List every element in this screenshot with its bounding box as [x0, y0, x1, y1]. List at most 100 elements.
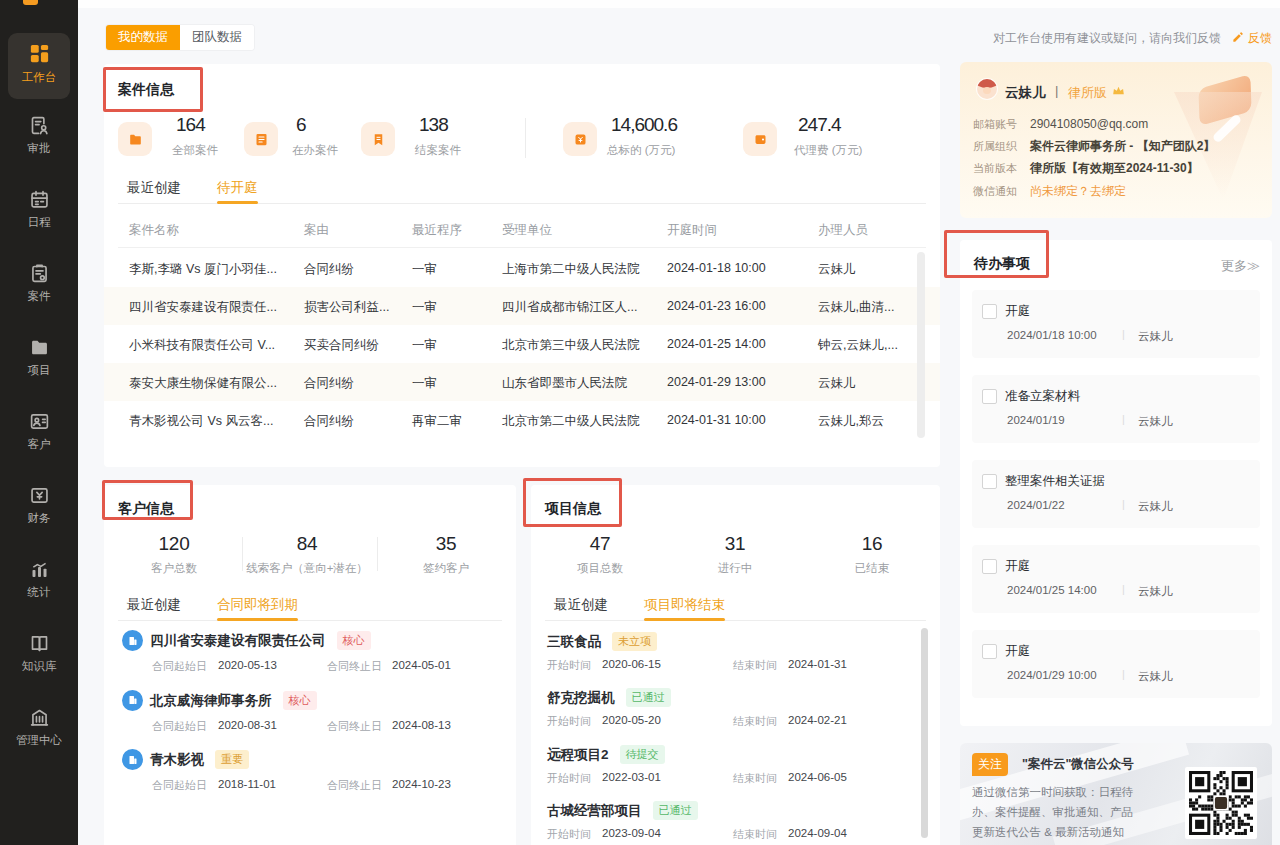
stat-value: 47	[530, 533, 670, 555]
project-tab-2[interactable]: 项目即将结束	[644, 596, 725, 620]
todo-item-title: 开庭	[1005, 303, 1030, 320]
profile-row-value: 案件云律师事务所 - 【知产团队2】	[1030, 139, 1215, 154]
project-tab-1[interactable]: 最近创建	[554, 596, 608, 620]
start-date-value: 2018-11-01	[218, 778, 276, 790]
sidebar-item-9[interactable]: 知识库	[0, 633, 78, 674]
table-cell: 一审	[412, 261, 437, 278]
profile-row-value[interactable]: 尚未绑定？去绑定	[1030, 184, 1126, 199]
divider: |	[1055, 83, 1058, 98]
sidebar-item-label: 工作台	[8, 70, 70, 85]
stat-value: 164	[176, 114, 205, 136]
company-icon	[122, 749, 143, 770]
stat-value: 6	[296, 114, 306, 136]
stat-value: 16	[802, 533, 942, 555]
table-row[interactable]: 李斯,李璐 Vs 厦门小羽佳...合同纠纷一审上海市第二中级人民法院2024-0…	[104, 249, 940, 287]
table-cell: 合同纠纷	[304, 261, 354, 278]
column-header: 开庭时间	[667, 222, 717, 239]
sidebar-item-4[interactable]: 案件	[0, 263, 78, 304]
todo-checkbox[interactable]	[982, 304, 997, 319]
stat-label: 代理费 (万元)	[794, 143, 862, 158]
end-date-label: 结束时间	[733, 714, 777, 729]
table-row[interactable]: 青木影视公司 Vs 风云客...合同纠纷再审二审北京市第二中级人民法院2024-…	[104, 401, 940, 439]
table-row[interactable]: 四川省安泰建设有限责任...损害公司利益...一审四川省成都市锦江区人...20…	[104, 287, 940, 325]
table-cell: 合同纠纷	[304, 413, 354, 430]
start-date-value: 2020-05-13	[218, 659, 277, 671]
user-name: 云妹儿	[1005, 84, 1046, 102]
customer-item[interactable]: 青木影视重要合同起始日2018-11-01合同终止日2024-10-23	[104, 747, 516, 803]
sidebar-item-10[interactable]: 管理中心	[0, 707, 78, 748]
todo-checkbox[interactable]	[982, 389, 997, 404]
sidebar-item-label: 日程	[0, 215, 78, 230]
feedback-link[interactable]: 反馈	[1231, 30, 1272, 47]
start-date-value: 2022-03-01	[602, 771, 661, 783]
statistics-icon	[29, 559, 50, 580]
start-date-label: 开始时间	[547, 771, 591, 786]
user-profile-card: 云妹儿 | 律所版 邮箱账号2904108050@qq.com所属组织案件云律师…	[960, 62, 1272, 218]
avatar	[977, 79, 997, 99]
case-tab-1[interactable]: 最近创建	[127, 179, 181, 203]
end-date-label: 结束时间	[733, 827, 777, 842]
todo-item: 整理案件相关证据2024/01/22|云妹儿	[972, 460, 1260, 528]
table-cell: 2024-01-23 16:00	[667, 299, 766, 313]
workbench-icon	[28, 42, 51, 65]
profile-row-label: 当前版本	[973, 161, 1017, 176]
todo-checkbox[interactable]	[982, 559, 997, 574]
schedule-icon	[29, 189, 50, 210]
customer-name: 四川省安泰建设有限责任公司核心	[150, 631, 371, 650]
column-header: 案件名称	[129, 222, 179, 239]
table-cell: 云妹儿	[818, 261, 856, 278]
subject-amount-icon	[563, 122, 597, 156]
customer-item[interactable]: 北京威海律师事务所核心合同起始日2020-08-31合同终止日2024-08-1…	[104, 688, 516, 744]
sidebar-item-8[interactable]: 统计	[0, 559, 78, 600]
column-header: 最近程序	[412, 222, 462, 239]
stat-value: 31	[665, 533, 805, 555]
project-item[interactable]: 舒克挖掘机已通过开始时间2020-05-20结束时间2024-02-21	[531, 688, 940, 742]
sidebar-item-7[interactable]: 财务	[0, 485, 78, 526]
table-cell: 上海市第二中级人民法院	[502, 261, 640, 278]
table-cell: 北京市第三中级人民法院	[502, 337, 640, 354]
project-list-scrollbar[interactable]	[921, 628, 928, 838]
table-row[interactable]: 泰安大康生物保健有限公...合同纠纷一审山东省即墨市人民法院2024-01-29…	[104, 363, 940, 401]
table-cell: 云妹儿,曲清...	[818, 299, 894, 316]
customer-tab-1[interactable]: 最近创建	[127, 596, 181, 620]
agency-fee-icon	[743, 122, 777, 156]
case-table-scrollbar[interactable]	[917, 252, 925, 438]
profile-row-label: 所属组织	[973, 139, 1017, 154]
table-cell: 钟云,云妹儿,...	[818, 337, 898, 354]
table-row[interactable]: 小米科技有限责任公司 V...买卖合同纠纷一审北京市第三中级人民法院2024-0…	[104, 325, 940, 363]
table-cell: 2024-01-29 13:00	[667, 375, 766, 389]
todo-item: 开庭2024/01/29 10:00|云妹儿	[972, 630, 1260, 698]
qr-description: 通过微信第一时间获取：日程待办、案件提醒、审批通知、产品更新迭代公告 & 最新活…	[972, 782, 1140, 842]
end-date-label: 合同终止日	[327, 778, 382, 793]
table-cell: 山东省即墨市人民法院	[502, 375, 627, 392]
sidebar-item-5[interactable]: 项目	[0, 337, 78, 378]
todo-item-owner: 云妹儿	[1138, 499, 1173, 514]
project-item[interactable]: 三联食品未立项开始时间2020-06-15结束时间2024-01-31	[531, 632, 940, 686]
start-date-label: 开始时间	[547, 658, 591, 673]
case-icon	[29, 263, 50, 284]
todo-checkbox[interactable]	[982, 474, 997, 489]
company-icon	[122, 630, 143, 651]
sidebar-item-3[interactable]: 日程	[0, 189, 78, 230]
sidebar-item-2[interactable]: 审批	[0, 115, 78, 156]
customer-item[interactable]: 四川省安泰建设有限责任公司核心合同起始日2020-05-13合同终止日2024-…	[104, 628, 516, 684]
table-cell: 一审	[412, 375, 437, 392]
start-date-label: 开始时间	[547, 714, 591, 729]
table-cell: 2024-01-18 10:00	[667, 261, 766, 275]
end-date-value: 2024-08-13	[392, 719, 451, 731]
project-item[interactable]: 古城经营部项目已通过开始时间2023-09-04结束时间2024-09-04	[531, 801, 940, 845]
qr-title: "案件云"微信公众号	[1022, 756, 1134, 773]
sidebar-item-1[interactable]: 工作台	[8, 33, 70, 99]
view-tab-2[interactable]: 团队数据	[180, 25, 254, 50]
table-cell: 2024-01-25 14:00	[667, 337, 766, 351]
case-tab-2[interactable]: 待开庭	[217, 179, 258, 203]
todo-checkbox[interactable]	[982, 644, 997, 659]
todo-more-link[interactable]: 更多≫	[1221, 257, 1260, 275]
todo-item-title: 开庭	[1005, 643, 1030, 660]
customer-tab-2[interactable]: 合同即将到期	[217, 596, 298, 620]
doc-list-icon	[244, 122, 278, 156]
sidebar-item-6[interactable]: 客户	[0, 411, 78, 452]
view-tab-1[interactable]: 我的数据	[106, 25, 180, 50]
project-item[interactable]: 远程项目2待提交开始时间2022-03-01结束时间2024-06-05	[531, 745, 940, 799]
stat-value: 138	[419, 114, 448, 136]
